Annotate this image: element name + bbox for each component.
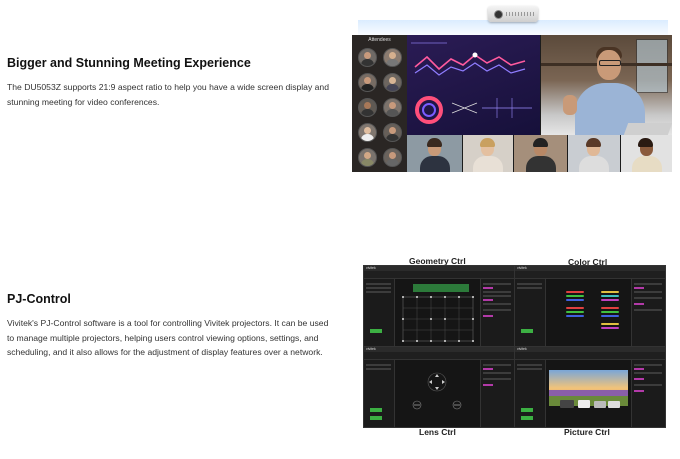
app-logo: vivitek [366,266,376,270]
speaker-video-tile [541,35,672,135]
meeting-section-description: The DU5053Z supports 21:9 aspect ratio t… [7,82,329,107]
picture-ctrl-label: Picture Ctrl [564,427,610,437]
meeting-section-title: Bigger and Stunning Meeting Experience [7,56,251,70]
attendee-avatar [358,48,377,67]
apply-button [370,416,382,420]
pj-control-section-title: PJ-Control [7,292,71,306]
attendee-avatar [358,73,377,92]
picture-preview [549,370,628,408]
attendees-label: Attendees [368,37,391,43]
attendee-avatar [383,98,402,117]
projector-image [358,6,668,38]
app-logo: vivitek [517,347,527,351]
lens-ctrl-label: Lens Ctrl [419,427,456,437]
geometry-grid [402,284,474,342]
apply-button [521,408,533,412]
participant-video-tile [463,135,513,172]
color-sliders [546,279,631,346]
participant-video-tile [407,135,462,172]
apply-button [370,329,382,333]
participant-video-tile [568,135,620,172]
lens-ctrl-window: vivitek [363,346,515,428]
participant-video-tile [514,135,567,172]
attendee-avatar [358,148,377,167]
attendee-avatar [358,123,377,142]
attendee-avatar [383,73,402,92]
app-logo: vivitek [366,347,376,351]
apply-button [521,416,533,420]
attendee-avatar [383,148,402,167]
video-conference-image: Attendees [352,35,672,172]
attendee-avatar [383,123,402,142]
apply-button [521,329,533,333]
apply-button [370,408,382,412]
participant-video-tile [621,135,672,172]
color-ctrl-window: vivitek [514,265,666,347]
attendees-panel: Attendees [352,35,407,172]
app-logo: vivitek [517,266,527,270]
attendee-avatar [358,98,377,117]
dashboard-display [407,35,540,135]
lens-shift-control [412,372,462,410]
picture-ctrl-window: vivitek [514,346,666,428]
pj-control-section-description: Vivitek's PJ-Control software is a tool … [7,318,329,357]
attendee-avatar [383,48,402,67]
geometry-ctrl-window: vivitek [363,265,515,347]
